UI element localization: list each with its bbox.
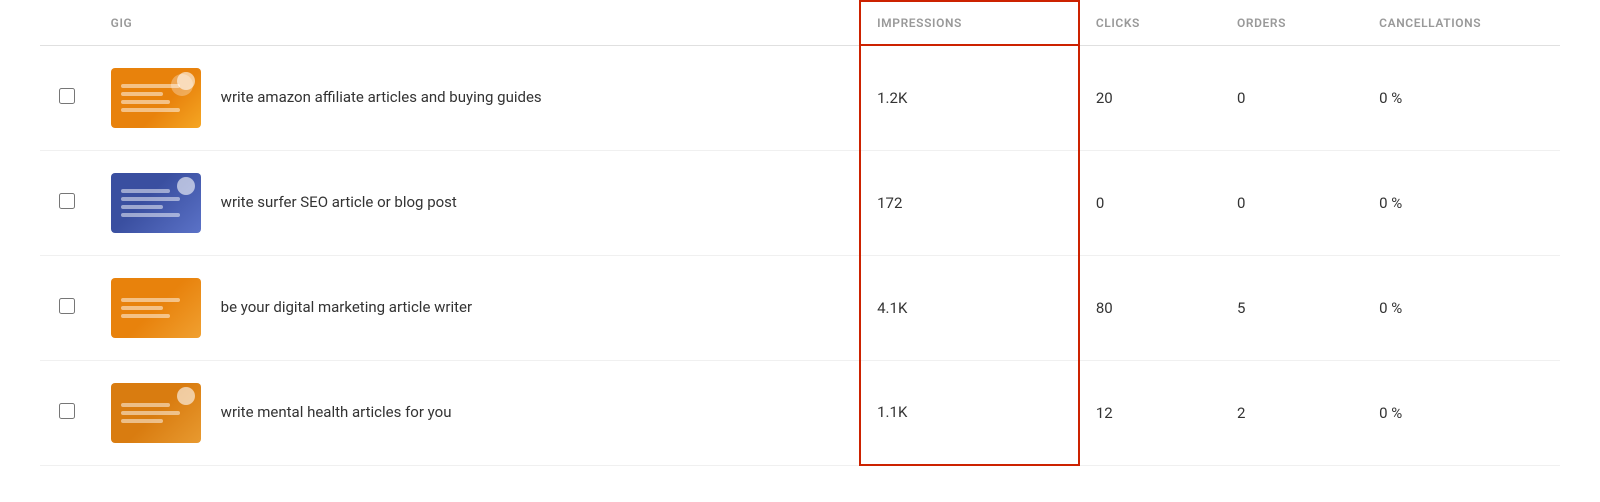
table-row: write surfer SEO article or blog post 17…	[40, 150, 1560, 255]
row-checkbox-cell	[40, 45, 95, 150]
gig-title: write mental health articles for you	[221, 402, 452, 423]
row-checkbox-4[interactable]	[59, 403, 75, 419]
gig-title: write surfer SEO article or blog post	[221, 192, 457, 213]
row-checkbox-1[interactable]	[59, 88, 75, 104]
gig-thumbnail	[111, 173, 201, 233]
table-row: write mental health articles for you 1.1…	[40, 360, 1560, 465]
gig-cell: be your digital marketing article writer	[95, 255, 860, 360]
clicks-value: 80	[1079, 255, 1221, 360]
impressions-value: 1.2K	[860, 45, 1079, 150]
gig-title: write amazon affiliate articles and buyi…	[221, 87, 542, 108]
table-row: be your digital marketing article writer…	[40, 255, 1560, 360]
orders-value: 5	[1221, 255, 1363, 360]
clicks-column-header: CLICKS	[1079, 1, 1221, 45]
orders-column-header: ORDERS	[1221, 1, 1363, 45]
clicks-value: 12	[1079, 360, 1221, 465]
impressions-value: 4.1K	[860, 255, 1079, 360]
impressions-value: 1.1K	[860, 360, 1079, 465]
gig-cell: write surfer SEO article or blog post	[95, 150, 860, 255]
cancellations-column-header: CANCELLATIONS	[1363, 1, 1560, 45]
gig-title: be your digital marketing article writer	[221, 297, 472, 318]
cancellations-value: 0 %	[1363, 360, 1560, 465]
gig-thumbnail	[111, 278, 201, 338]
gig-cell: write amazon affiliate articles and buyi…	[95, 45, 860, 150]
clicks-value: 20	[1079, 45, 1221, 150]
cancellations-value: 0 %	[1363, 255, 1560, 360]
cancellations-value: 0 %	[1363, 150, 1560, 255]
gig-stats-table: GIG IMPRESSIONS CLICKS ORDERS CANCELLATI…	[0, 0, 1600, 466]
row-checkbox-3[interactable]	[59, 298, 75, 314]
gig-cell: write mental health articles for you	[95, 360, 860, 465]
gig-thumbnail	[111, 68, 201, 128]
orders-value: 0	[1221, 150, 1363, 255]
gig-thumbnail	[111, 383, 201, 443]
row-checkbox-cell	[40, 255, 95, 360]
row-checkbox-cell	[40, 150, 95, 255]
gig-column-header: GIG	[95, 1, 860, 45]
impressions-column-header: IMPRESSIONS	[860, 1, 1079, 45]
clicks-value: 0	[1079, 150, 1221, 255]
table-row: write amazon affiliate articles and buyi…	[40, 45, 1560, 150]
orders-value: 2	[1221, 360, 1363, 465]
impressions-value: 172	[860, 150, 1079, 255]
select-all-header	[40, 1, 95, 45]
row-checkbox-cell	[40, 360, 95, 465]
cancellations-value: 0 %	[1363, 45, 1560, 150]
row-checkbox-2[interactable]	[59, 193, 75, 209]
orders-value: 0	[1221, 45, 1363, 150]
